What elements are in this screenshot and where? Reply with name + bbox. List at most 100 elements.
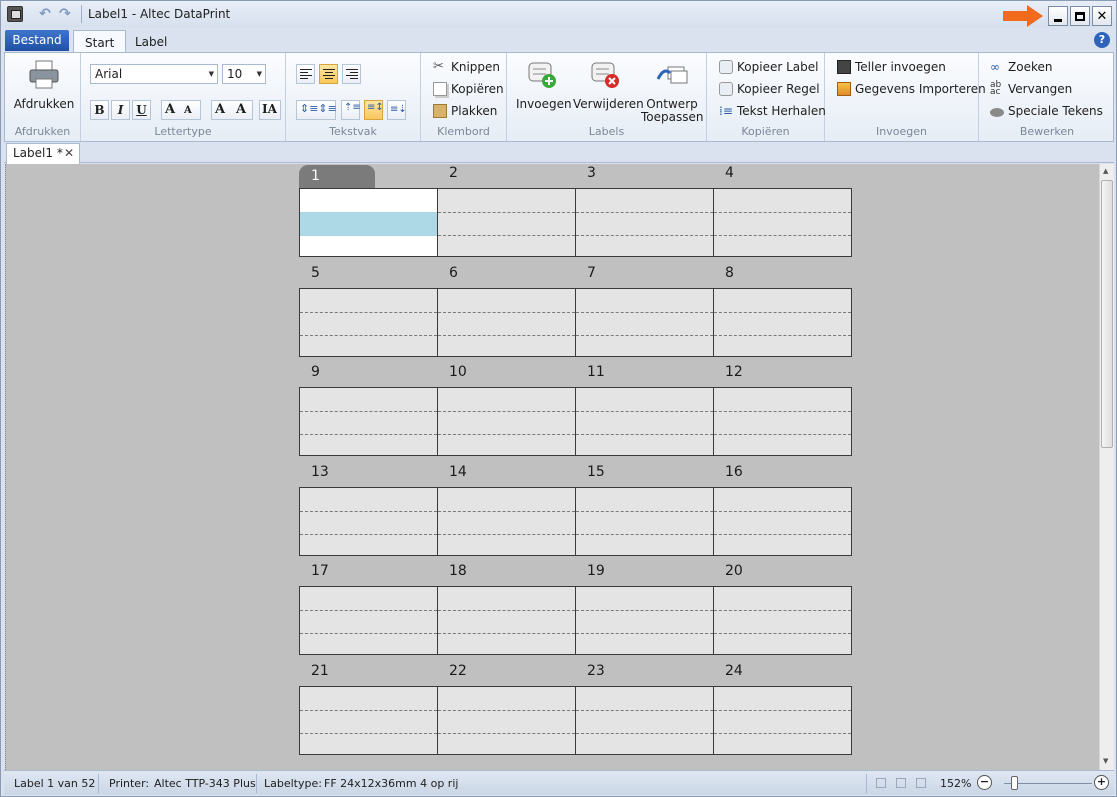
italic-button[interactable]: I xyxy=(111,100,130,120)
label-cell[interactable] xyxy=(299,288,438,357)
vertical-scrollbar[interactable]: ▲ ▼ xyxy=(1099,164,1114,770)
font-family-select[interactable]: Arial ▼ xyxy=(90,64,218,84)
help-icon[interactable]: ? xyxy=(1094,32,1110,48)
label-cell[interactable] xyxy=(575,586,714,655)
align-right-button[interactable] xyxy=(342,64,361,84)
zoom-out-button[interactable]: − xyxy=(977,775,992,790)
import-data-button[interactable]: Gegevens Importeren xyxy=(837,80,986,98)
valign-bottom-button[interactable]: ≡⇣ xyxy=(387,100,407,120)
import-data-icon xyxy=(837,82,851,96)
close-button[interactable]: ✕ xyxy=(1092,6,1112,26)
view-page-icon[interactable] xyxy=(916,778,926,788)
label-cell[interactable] xyxy=(713,686,852,755)
tab-label[interactable]: Label xyxy=(124,30,178,53)
copy-label-icon xyxy=(719,60,733,74)
replace-button[interactable]: ab ac Vervangen xyxy=(990,80,1072,98)
label-cell[interactable] xyxy=(299,387,438,456)
valign-top-button[interactable]: ⇡≡ xyxy=(341,100,361,120)
label-cell[interactable] xyxy=(437,387,576,456)
close-tab-icon[interactable]: ✕ xyxy=(64,144,74,163)
valign-middle-button[interactable]: ≡↕ xyxy=(364,100,384,120)
tab-start[interactable]: Start xyxy=(73,30,127,53)
title-bar: ↶ ↷ Label1 - Altec DataPrint ✕ xyxy=(1,1,1116,27)
copy-label-button[interactable]: Kopieer Label xyxy=(719,58,818,76)
font-size-select[interactable]: 10 ▼ xyxy=(222,64,266,84)
find-button[interactable]: ∞ Zoeken xyxy=(990,58,1052,76)
label-number: 7 xyxy=(587,265,596,281)
document-tab-label1[interactable]: Label1 * ✕ xyxy=(6,143,80,164)
system-menu-icon[interactable] xyxy=(7,6,23,22)
status-separator xyxy=(866,774,867,793)
grow-shrink-font-buttons[interactable]: A A xyxy=(161,100,201,120)
copy-label: Kopiëren xyxy=(451,82,504,96)
label-cell[interactable] xyxy=(437,288,576,357)
apply-design-text: Ontwerp xyxy=(646,97,698,111)
zoom-in-button[interactable]: + xyxy=(1094,775,1109,790)
group-label-lettertype: Lettertype xyxy=(154,125,212,138)
scrollbar-thumb[interactable] xyxy=(1101,180,1113,448)
view-normal-icon[interactable] xyxy=(876,778,886,788)
label-cell[interactable] xyxy=(299,686,438,755)
copy-line-text: Kopieer Regel xyxy=(737,82,820,96)
text-line-guide xyxy=(300,511,437,512)
apply-design-button[interactable]: Ontwerp Toepassen xyxy=(641,59,703,124)
text-line-guide xyxy=(438,733,575,734)
align-left-button[interactable] xyxy=(296,64,315,84)
copy-button[interactable]: Kopiëren xyxy=(433,80,504,98)
zoom-slider-thumb[interactable] xyxy=(1011,776,1018,790)
line-spacing-buttons[interactable]: ⇕≡⇕≡ xyxy=(296,100,337,120)
scroll-down-icon[interactable]: ▼ xyxy=(1103,757,1108,765)
insert-label-button[interactable]: Invoegen xyxy=(516,59,572,111)
label-cell[interactable] xyxy=(299,586,438,655)
align-center-button[interactable] xyxy=(319,64,338,84)
label-canvas[interactable]: 1 2 3 4 5 6 7 8 9 10 11 12 13 14 15 16 17 18 19 20 21 22 23 24 xyxy=(5,164,1099,770)
text-line-guide xyxy=(300,610,437,611)
label-cell[interactable] xyxy=(575,686,714,755)
paste-button[interactable]: Plakken xyxy=(433,102,497,120)
group-bewerken: ∞ Zoeken ab ac Vervangen Speciale Tekens … xyxy=(979,53,1115,141)
label-cell[interactable] xyxy=(299,188,438,257)
valign-top-icon: ⇡≡ xyxy=(344,102,361,113)
label-cell[interactable] xyxy=(437,686,576,755)
print-button[interactable]: Afdrukken xyxy=(13,59,75,111)
label-cell[interactable] xyxy=(713,487,852,556)
text-direction-button[interactable]: IA xyxy=(259,100,281,120)
text-line-guide xyxy=(576,335,713,336)
redo-icon[interactable]: ↷ xyxy=(57,6,73,22)
text-line-guide xyxy=(576,733,713,734)
scroll-up-icon[interactable]: ▲ xyxy=(1103,167,1108,175)
repeat-text-button[interactable]: ⁞≡ Tekst Herhalen xyxy=(719,102,826,120)
copy-line-button[interactable]: Kopieer Regel xyxy=(719,80,820,98)
label-cell[interactable] xyxy=(575,288,714,357)
label-cell[interactable] xyxy=(299,487,438,556)
special-chars-button[interactable]: Speciale Tekens xyxy=(990,102,1103,120)
label-cell[interactable] xyxy=(575,487,714,556)
label-cell[interactable] xyxy=(437,188,576,257)
bold-button[interactable]: B xyxy=(90,100,109,120)
font-size-value: 10 xyxy=(227,67,243,81)
label-cell[interactable] xyxy=(713,288,852,357)
label-number: 1 xyxy=(299,165,375,188)
cut-button[interactable]: ✂ Knippen xyxy=(433,58,500,76)
delete-label-button[interactable]: Verwijderen xyxy=(573,59,644,111)
insert-counter-button[interactable]: Teller invoegen xyxy=(837,58,946,76)
underline-button[interactable]: U xyxy=(132,100,151,120)
label-cell[interactable] xyxy=(575,387,714,456)
delete-label-text: Verwijderen xyxy=(573,97,644,111)
selected-text-line[interactable] xyxy=(300,212,437,236)
label-cell[interactable] xyxy=(713,188,852,257)
label-cell[interactable] xyxy=(713,586,852,655)
char-spacing-buttons[interactable]: A A xyxy=(211,100,253,120)
label-cell[interactable] xyxy=(713,387,852,456)
tab-bestand[interactable]: Bestand xyxy=(5,30,69,51)
minimize-button[interactable] xyxy=(1048,6,1068,26)
maximize-button[interactable] xyxy=(1070,6,1090,26)
view-grid-icon[interactable] xyxy=(896,778,906,788)
label-cell[interactable] xyxy=(437,487,576,556)
replace-text: Vervangen xyxy=(1008,82,1073,96)
text-line-guide xyxy=(714,434,851,435)
label-cell[interactable] xyxy=(437,586,576,655)
label-cell[interactable] xyxy=(575,188,714,257)
undo-icon[interactable]: ↶ xyxy=(37,6,53,22)
text-line-guide xyxy=(300,312,437,313)
